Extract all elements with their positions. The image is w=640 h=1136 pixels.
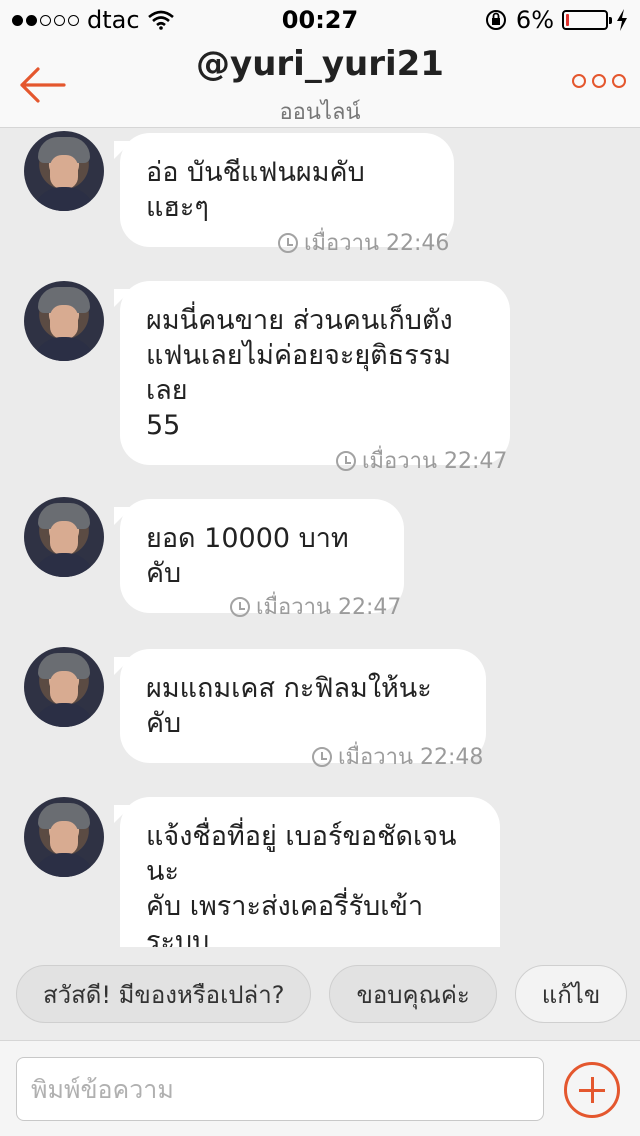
quick-replies: สวัสดี! มีของหรือเปล่า? ขอบคุณค่ะ แก้ไข bbox=[0, 948, 640, 1040]
avatar[interactable] bbox=[24, 647, 104, 727]
online-status: ออนไลน์ bbox=[279, 100, 361, 125]
message-timestamp: เมื่อวาน 22:47 bbox=[336, 443, 507, 478]
battery-level bbox=[566, 14, 569, 26]
status-bar: dtac 00:27 6% bbox=[0, 0, 640, 40]
quick-reply-greeting[interactable]: สวัสดี! มีของหรือเปล่า? bbox=[16, 965, 312, 1023]
message-bubble: ผมนี่คนขาย ส่วนคนเก็บตัง แฟนเลยไม่ค่อยจะ… bbox=[120, 281, 510, 465]
more-dots-icon bbox=[572, 74, 586, 88]
message-timestamp: เมื่อวาน 22:48 bbox=[312, 739, 483, 774]
quick-reply-edit[interactable]: แก้ไข bbox=[514, 965, 628, 1023]
add-attachment-button[interactable] bbox=[564, 1062, 620, 1118]
more-options-button[interactable] bbox=[572, 74, 626, 88]
charging-bolt-icon bbox=[617, 9, 627, 31]
clock-icon bbox=[312, 746, 332, 767]
avatar[interactable] bbox=[24, 497, 104, 577]
top-bar: dtac 00:27 6% @yuri_yuri21 ออนไลน์ bbox=[0, 0, 640, 128]
avatar[interactable] bbox=[24, 281, 104, 361]
message-list[interactable]: อ่อ บันชีแฟนผมคับ แฮะๆ เมื่อวาน 22:46 ผม… bbox=[0, 129, 640, 947]
avatar[interactable] bbox=[24, 131, 104, 211]
rotation-lock-icon bbox=[485, 10, 506, 30]
avatar[interactable] bbox=[24, 797, 104, 877]
message-bubble: แจ้งชื่อที่อยู่ เบอร์ขอชัดเจนนะ คับ เพรา… bbox=[120, 797, 500, 947]
message-timestamp: เมื่อวาน 22:47 bbox=[230, 589, 401, 624]
clock-icon bbox=[278, 232, 298, 253]
battery-icon bbox=[562, 10, 612, 30]
clock-icon bbox=[230, 596, 250, 617]
message-timestamp: เมื่อวาน 22:46 bbox=[278, 225, 449, 260]
message-input[interactable] bbox=[16, 1057, 544, 1121]
composer-bar bbox=[0, 1040, 640, 1136]
battery-percent: 6% bbox=[515, 6, 554, 34]
quick-reply-thanks[interactable]: ขอบคุณค่ะ bbox=[329, 965, 497, 1023]
chat-title: @yuri_yuri21 bbox=[196, 44, 444, 84]
clock-icon bbox=[336, 450, 356, 471]
